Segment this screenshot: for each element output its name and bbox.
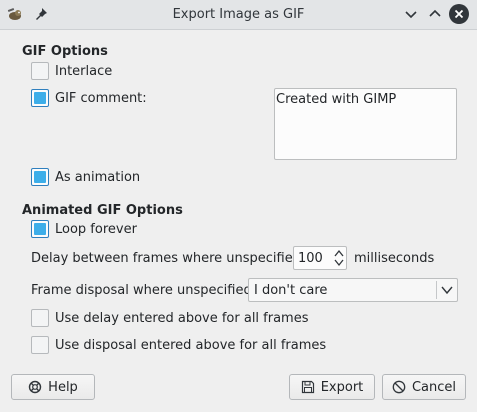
- combo-separator: [436, 281, 437, 299]
- export-gif-dialog: Export Image as GIF GIF Options Interlac…: [0, 0, 477, 412]
- chevron-down-icon[interactable]: [401, 4, 421, 24]
- delay-unit-label: milliseconds: [354, 251, 435, 266]
- interlace-checkbox[interactable]: [31, 62, 49, 80]
- loop-forever-label: Loop forever: [55, 221, 137, 237]
- delay-spinbutton[interactable]: 100: [293, 246, 347, 270]
- loop-forever-checkbox[interactable]: [31, 220, 49, 238]
- delay-label: Delay between frames where unspecified:: [31, 251, 306, 266]
- chevron-up-icon[interactable]: [425, 4, 445, 24]
- title-bar[interactable]: Export Image as GIF: [0, 0, 477, 30]
- gif-comment-checkbox[interactable]: [31, 89, 49, 107]
- as-animation-checkbox[interactable]: [31, 168, 49, 186]
- cancel-icon: [392, 380, 406, 394]
- cancel-button[interactable]: Cancel: [382, 374, 466, 400]
- as-animation-checkbox-row[interactable]: As animation: [31, 167, 140, 187]
- export-button-label: Export: [320, 379, 364, 395]
- use-delay-all-checkbox[interactable]: [31, 309, 49, 327]
- save-icon: [301, 380, 314, 394]
- use-disposal-all-checkbox[interactable]: [31, 336, 49, 354]
- gif-comment-textarea[interactable]: Created with GIMP: [274, 88, 457, 160]
- animated-gif-options-heading: Animated GIF Options: [22, 203, 183, 218]
- help-button-label: Help: [48, 379, 78, 395]
- loop-forever-checkbox-row[interactable]: Loop forever: [31, 219, 137, 239]
- export-button[interactable]: Export: [289, 374, 375, 400]
- gif-comment-checkbox-row[interactable]: GIF comment:: [31, 88, 147, 108]
- disposal-selected-value: I don't care: [254, 283, 328, 298]
- close-icon[interactable]: [449, 4, 469, 24]
- use-delay-all-checkbox-row[interactable]: Use delay entered above for all frames: [31, 308, 309, 328]
- disposal-combobox[interactable]: I don't care: [248, 278, 458, 302]
- help-button[interactable]: Help: [11, 374, 95, 400]
- gif-options-heading: GIF Options: [22, 44, 108, 59]
- spin-arrows-icon[interactable]: [333, 248, 345, 268]
- help-lifebuoy-icon: [28, 380, 42, 394]
- cancel-button-label: Cancel: [411, 379, 457, 395]
- interlace-label: Interlace: [55, 63, 113, 79]
- use-delay-all-label: Use delay entered above for all frames: [55, 310, 309, 326]
- interlace-checkbox-row[interactable]: Interlace: [31, 61, 112, 81]
- use-disposal-all-label: Use disposal entered above for all frame…: [55, 337, 327, 353]
- gif-comment-label: GIF comment:: [55, 90, 147, 106]
- as-animation-label: As animation: [55, 169, 141, 185]
- disposal-label: Frame disposal where unspecified:: [31, 283, 257, 298]
- use-disposal-all-checkbox-row[interactable]: Use disposal entered above for all frame…: [31, 335, 326, 355]
- chevron-down-icon[interactable]: [441, 285, 453, 295]
- delay-value[interactable]: 100: [298, 251, 323, 266]
